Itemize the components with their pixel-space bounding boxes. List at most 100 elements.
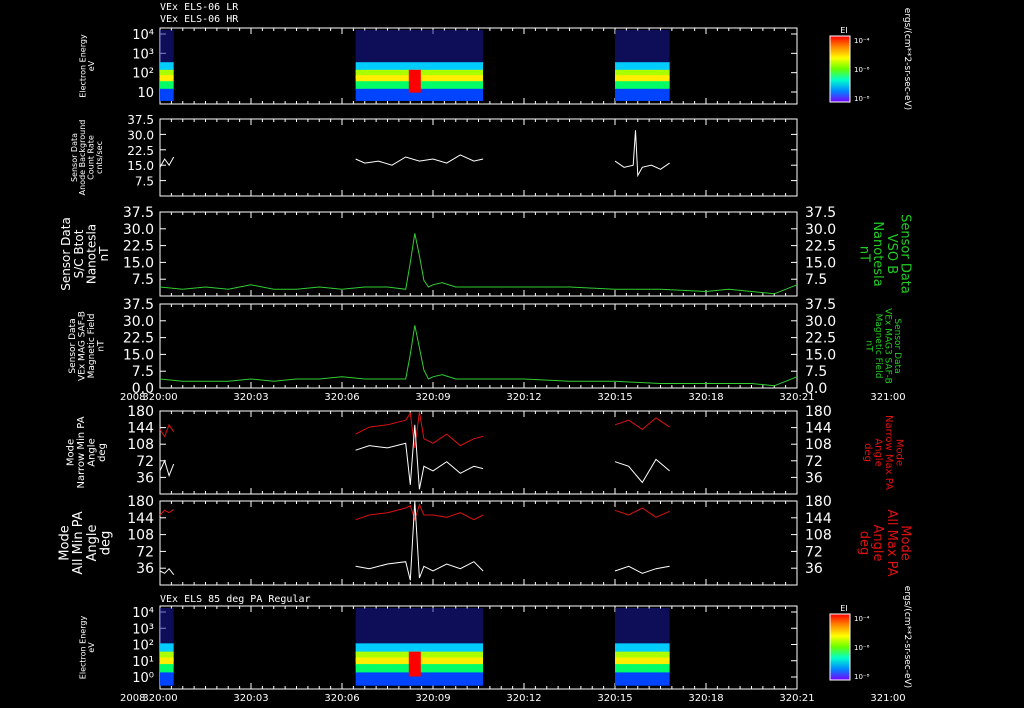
x-tick-label: 320:03 <box>233 693 268 704</box>
x-tick-label: 320:09 <box>415 392 450 403</box>
y-axis-label: Sensor DataVEx MAG SAF-BMagnetic FieldnT <box>68 311 106 381</box>
y-tick-label: 180 <box>127 494 154 510</box>
series-line <box>355 503 484 522</box>
panel-frame <box>159 211 798 297</box>
panel-frame <box>159 500 798 586</box>
y-tick-label: 180 <box>127 404 154 420</box>
panel-frame <box>159 303 798 389</box>
y-tick-label: 144 <box>127 421 154 437</box>
series-line <box>159 423 175 438</box>
x-tick-label: 320:21 <box>779 693 814 704</box>
colorbar <box>829 613 851 681</box>
colorbar-units: ergs/(cm**2-sr-sec-eV) <box>902 8 912 110</box>
series-line <box>159 508 174 516</box>
series-line <box>355 411 484 448</box>
heatmap-hotspot <box>408 69 421 93</box>
y-tick-label-right: 7.5 <box>805 364 827 380</box>
x-tick-label: 320:12 <box>506 693 541 704</box>
series-line <box>614 417 670 431</box>
heatmap-band <box>615 88 670 101</box>
heatmap-hotspot <box>408 651 421 677</box>
x-tick-label: 320:15 <box>597 693 632 704</box>
y-tick-label: 36 <box>136 561 154 577</box>
y-tick-label: 7.5 <box>132 364 154 380</box>
y-tick-label: 30.0 <box>123 222 154 238</box>
y-tick-label: 10⁴ <box>132 28 154 43</box>
x-tick-label: 320:18 <box>688 693 723 704</box>
y-tick-label-right: 72 <box>805 454 823 470</box>
y-axis-label-right: Sensor DataVEx MAG3 SAF-BMagnetic Fieldn… <box>864 308 902 384</box>
series-line <box>159 567 175 576</box>
panel-frame <box>159 118 798 197</box>
y-tick-label-right: 7.5 <box>805 272 827 288</box>
y-tick-label: 10⁴ <box>132 606 154 621</box>
y-tick-label-right: 37.5 <box>805 297 836 313</box>
x-tick-label: 321:00 <box>870 392 905 403</box>
y-tick-label: 144 <box>127 511 154 527</box>
y-axis-label-right: Sensor DataVSO BNanoteslanT <box>857 214 913 294</box>
y-tick-label-right: 37.5 <box>805 205 836 221</box>
series-line <box>159 459 175 478</box>
y-tick-label-right: 144 <box>805 421 832 437</box>
x-tick-label: 320:03 <box>233 392 268 403</box>
colorbar-label: EI <box>840 604 847 613</box>
y-tick-label: 10³ <box>132 622 154 637</box>
y-tick-label-right: 180 <box>805 494 832 510</box>
y-tick-label-right: 30.0 <box>805 314 836 330</box>
y-tick-label-right: 30.0 <box>805 222 836 238</box>
y-tick-label: 108 <box>127 528 154 544</box>
colorbar-tick: 10⁻⁴ <box>854 615 870 623</box>
heatmap-band <box>160 88 174 101</box>
y-tick-label: 30.0 <box>123 314 154 330</box>
heatmap-band <box>160 672 174 686</box>
series-line <box>614 507 670 518</box>
y-tick-label: 10⁰ <box>132 671 154 686</box>
y-tick-label-right: 36 <box>805 561 823 577</box>
x-tick-label: 320:21 <box>779 392 814 403</box>
y-axis-label-right: ModeNarrow Max PAAngledeg <box>862 415 905 490</box>
y-axis-label: Sensor DataAnode BackgroundCount Ratecnt… <box>70 120 104 196</box>
y-tick-label-right: 22.5 <box>805 239 836 255</box>
series-line <box>159 233 798 295</box>
x-tick-label: 320:18 <box>688 392 723 403</box>
series-line <box>159 325 798 387</box>
y-tick-label: 15.0 <box>123 255 154 271</box>
series-line <box>355 154 484 166</box>
y-tick-label: 37.5 <box>123 297 154 313</box>
figure: 10⁴10³10²10Electron EnergyeVEI10⁻⁴10⁻⁶10… <box>58 8 913 704</box>
y-tick-label: 7.5 <box>132 272 154 288</box>
y-tick-label: 10³ <box>132 47 154 62</box>
colorbar-tick: 10⁻⁸ <box>854 95 870 103</box>
y-tick-label: 22.5 <box>123 331 154 347</box>
y-tick-label: 108 <box>127 437 154 453</box>
series-line <box>355 500 484 581</box>
y-tick-label: 72 <box>136 454 154 470</box>
heatmap-band <box>615 672 670 686</box>
y-tick-label: 10 <box>137 86 154 101</box>
colorbar-tick: 10⁻⁶ <box>854 66 870 74</box>
y-axis-label: Electron EnergyeV <box>79 34 96 98</box>
y-axis-label-right: ModeAll Max PAAngledeg <box>857 509 913 576</box>
y-tick-label: 22.5 <box>127 144 154 158</box>
y-tick-label: 10² <box>132 67 154 82</box>
y-tick-label-right: 72 <box>805 544 823 560</box>
y-tick-label-right: 36 <box>805 470 823 486</box>
series-line <box>355 424 484 490</box>
series-line <box>614 565 670 574</box>
y-tick-label-right: 180 <box>805 404 832 420</box>
colorbar-tick: 10⁻⁴ <box>854 37 870 45</box>
x-tick-label: 320:00 <box>142 693 177 704</box>
y-axis-label: ModeNarrow Min PAAngledeg <box>66 416 109 488</box>
y-tick-label: 36 <box>136 470 154 486</box>
panel-frame <box>159 410 798 495</box>
y-tick-label-right: 15.0 <box>805 347 836 363</box>
y-tick-label-right: 108 <box>805 437 832 453</box>
x-tick-label: 321:00 <box>870 693 905 704</box>
colorbar-tick: 10⁻⁸ <box>854 673 870 681</box>
colorbar-units: ergs/(cm**2-sr-sec-eV) <box>902 586 912 688</box>
y-tick-label: 10¹ <box>132 655 154 670</box>
colorbar <box>829 35 851 103</box>
y-tick-label: 37.5 <box>123 205 154 221</box>
x-tick-label: 320:06 <box>324 392 359 403</box>
x-tick-label: 320:06 <box>324 693 359 704</box>
